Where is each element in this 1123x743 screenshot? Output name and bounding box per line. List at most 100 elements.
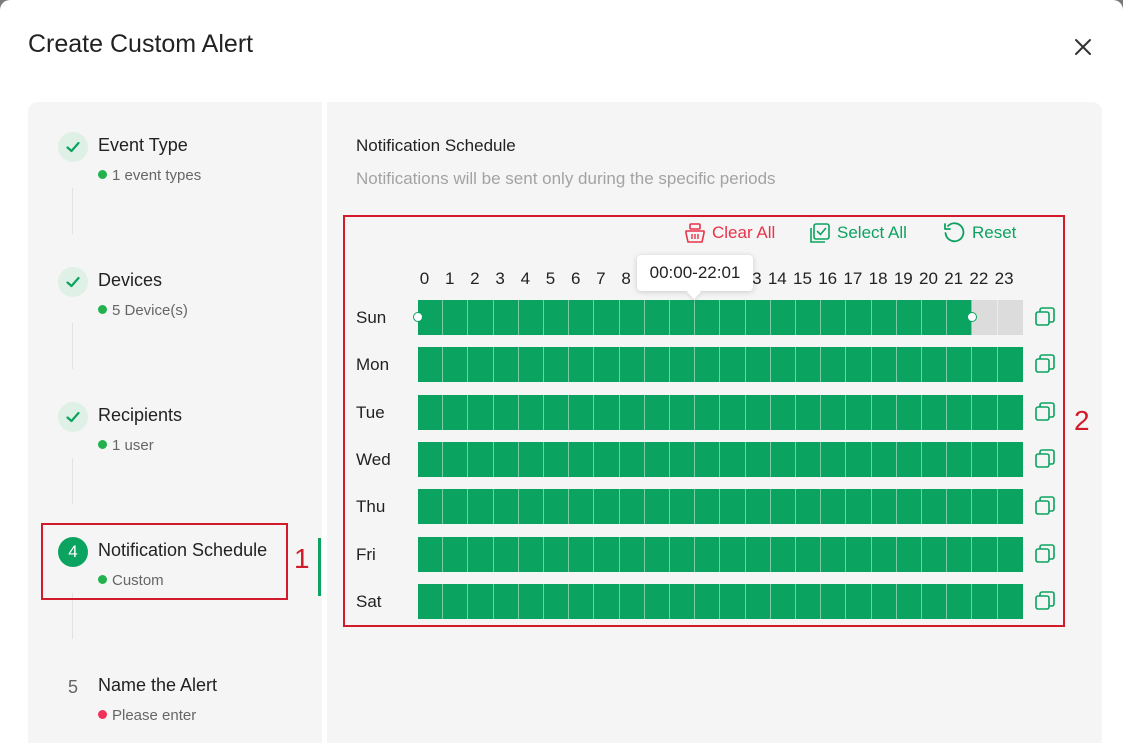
- hour-cell[interactable]: [544, 300, 570, 335]
- hour-cell[interactable]: [493, 583, 519, 619]
- hour-cell[interactable]: [846, 347, 872, 383]
- step-event-type[interactable]: Event Type 1 event types: [58, 132, 298, 202]
- hour-cell[interactable]: [846, 536, 872, 572]
- hour-cell[interactable]: [619, 441, 645, 477]
- hour-cell[interactable]: [871, 536, 897, 572]
- hour-cell[interactable]: [569, 300, 595, 335]
- hour-cell[interactable]: [544, 489, 570, 525]
- hour-cell[interactable]: [821, 347, 847, 383]
- hour-cell[interactable]: [518, 441, 544, 477]
- hour-cell[interactable]: [594, 347, 620, 383]
- hour-cell[interactable]: [493, 300, 519, 335]
- hour-cell[interactable]: [695, 300, 721, 335]
- hour-cell[interactable]: [544, 394, 570, 430]
- hour-cell[interactable]: [594, 583, 620, 619]
- step-recipients[interactable]: Recipients 1 user: [58, 402, 298, 472]
- hour-cell[interactable]: [493, 394, 519, 430]
- hour-cell[interactable]: [468, 394, 494, 430]
- hour-cell[interactable]: [821, 489, 847, 525]
- hour-cell[interactable]: [569, 394, 595, 430]
- hour-cell[interactable]: [493, 489, 519, 525]
- hour-cell[interactable]: [619, 489, 645, 525]
- hour-cell[interactable]: [770, 583, 796, 619]
- hour-cell[interactable]: [619, 536, 645, 572]
- hour-cell[interactable]: [518, 583, 544, 619]
- hour-cell[interactable]: [796, 583, 822, 619]
- hour-cell[interactable]: [871, 489, 897, 525]
- hour-cell[interactable]: [720, 489, 746, 525]
- hour-cell[interactable]: [594, 394, 620, 430]
- hour-cell[interactable]: [670, 441, 696, 477]
- hour-cell[interactable]: [821, 441, 847, 477]
- hour-cell[interactable]: [720, 536, 746, 572]
- hour-cell[interactable]: [493, 536, 519, 572]
- hour-cell[interactable]: [569, 536, 595, 572]
- hour-cell[interactable]: [745, 536, 771, 572]
- hour-cell[interactable]: [594, 489, 620, 525]
- schedule-row[interactable]: [418, 583, 1023, 619]
- hour-cell[interactable]: [619, 347, 645, 383]
- hour-cell[interactable]: [443, 536, 469, 572]
- hour-cell[interactable]: [720, 583, 746, 619]
- schedule-row[interactable]: [418, 536, 1023, 572]
- hour-cell[interactable]: [871, 394, 897, 430]
- hour-cell[interactable]: [972, 441, 998, 477]
- hour-cell[interactable]: [922, 536, 948, 572]
- copy-icon[interactable]: [1034, 495, 1056, 517]
- hour-cell[interactable]: [770, 347, 796, 383]
- schedule-row[interactable]: [418, 394, 1023, 430]
- hour-cell[interactable]: [468, 441, 494, 477]
- copy-icon[interactable]: [1034, 543, 1056, 565]
- hour-cell[interactable]: [997, 536, 1023, 572]
- hour-cell[interactable]: [871, 583, 897, 619]
- hour-cell[interactable]: [468, 300, 494, 335]
- hour-cell[interactable]: [997, 583, 1023, 619]
- hour-cell[interactable]: [670, 536, 696, 572]
- hour-cell[interactable]: [896, 300, 922, 335]
- hour-cell[interactable]: [947, 347, 973, 383]
- hour-cell[interactable]: [468, 347, 494, 383]
- hour-cell[interactable]: [644, 347, 670, 383]
- hour-cell[interactable]: [997, 394, 1023, 430]
- hour-cell[interactable]: [997, 347, 1023, 383]
- hour-cell[interactable]: [846, 583, 872, 619]
- hour-cell[interactable]: [418, 489, 444, 525]
- select-all-button[interactable]: Select All: [809, 220, 907, 246]
- hour-cell[interactable]: [619, 394, 645, 430]
- hour-cell[interactable]: [644, 536, 670, 572]
- hour-cell[interactable]: [922, 489, 948, 525]
- hour-cell[interactable]: [896, 536, 922, 572]
- hour-cell[interactable]: [418, 441, 444, 477]
- hour-cell[interactable]: [947, 536, 973, 572]
- step-name-alert[interactable]: 5 Name the Alert Please enter: [58, 672, 298, 742]
- hour-cell[interactable]: [896, 394, 922, 430]
- hour-cell[interactable]: [695, 347, 721, 383]
- hour-cell[interactable]: [972, 583, 998, 619]
- range-start-handle[interactable]: [413, 312, 423, 322]
- hour-cell[interactable]: [821, 300, 847, 335]
- hour-cell[interactable]: [846, 300, 872, 335]
- hour-cell[interactable]: [997, 300, 1023, 335]
- hour-cell[interactable]: [770, 300, 796, 335]
- hour-cell[interactable]: [871, 441, 897, 477]
- hour-cell[interactable]: [670, 583, 696, 619]
- hour-cell[interactable]: [770, 536, 796, 572]
- clear-all-button[interactable]: Clear All: [684, 220, 775, 246]
- hour-cell[interactable]: [569, 489, 595, 525]
- reset-button[interactable]: Reset: [942, 220, 1016, 246]
- hour-cell[interactable]: [947, 394, 973, 430]
- hour-cell[interactable]: [518, 300, 544, 335]
- hour-cell[interactable]: [644, 583, 670, 619]
- hour-cell[interactable]: [544, 347, 570, 383]
- hour-cell[interactable]: [770, 394, 796, 430]
- hour-cell[interactable]: [493, 347, 519, 383]
- hour-cell[interactable]: [468, 583, 494, 619]
- hour-cell[interactable]: [821, 394, 847, 430]
- hour-cell[interactable]: [770, 441, 796, 477]
- hour-cell[interactable]: [544, 441, 570, 477]
- hour-cell[interactable]: [670, 489, 696, 525]
- copy-icon[interactable]: [1034, 590, 1056, 612]
- hour-cell[interactable]: [896, 441, 922, 477]
- hour-cell[interactable]: [922, 347, 948, 383]
- hour-cell[interactable]: [871, 347, 897, 383]
